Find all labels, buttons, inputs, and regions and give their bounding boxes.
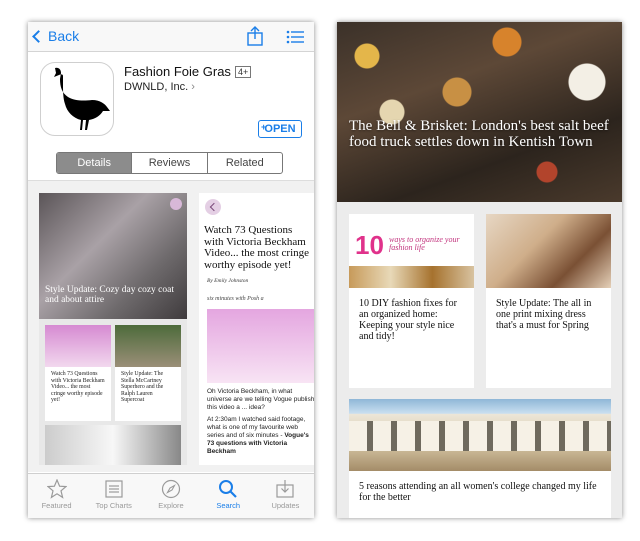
story-card[interactable]: 5 reasons attending an all women's colle… — [349, 399, 611, 518]
goose-icon — [54, 67, 110, 130]
image-text: ways to organize your fashion life — [389, 235, 460, 252]
star-icon — [46, 479, 67, 499]
chevron-right-icon: › — [191, 81, 195, 93]
tab-label: Explore — [158, 501, 184, 510]
tab-updates[interactable]: Updates — [257, 474, 314, 518]
back-label: Back — [48, 28, 80, 44]
tab-label: Updates — [271, 501, 300, 510]
story-card[interactable]: 10 ways to organize your fashion life 10… — [349, 214, 474, 388]
app-name-text: Fashion Foie Gras — [124, 64, 231, 79]
chevron-left-icon — [32, 29, 45, 43]
image-colonnade — [349, 421, 611, 451]
open-label: OPEN — [264, 123, 296, 135]
article-paragraph: At 2:30am I watched said footage, what i… — [207, 416, 314, 456]
screenshot-card-image — [45, 325, 111, 367]
developer-link[interactable]: DWNLD, Inc. › — [124, 81, 195, 93]
menu-icon — [170, 198, 182, 210]
story-title: Style Update: The all in one print mixin… — [496, 298, 592, 331]
nav-bar: Back — [28, 22, 314, 52]
back-button[interactable]: Back — [32, 28, 80, 44]
tab-search[interactable]: Search — [200, 474, 257, 518]
screenshots-carousel[interactable]: Style Update: Cozy day cozy coat and abo… — [28, 180, 314, 472]
list-icon — [105, 480, 123, 498]
developer-name: DWNLD, Inc. — [124, 81, 189, 93]
app-feed-screen: The Bell & Brisket: London's best salt b… — [337, 22, 622, 518]
story-card[interactable]: Style Update: The all in one print mixin… — [486, 214, 611, 388]
tab-label: Featured — [41, 501, 72, 510]
compass-icon — [161, 479, 181, 499]
open-button[interactable]: + OPEN — [258, 120, 302, 138]
tab-top-charts[interactable]: Top Charts — [85, 474, 142, 518]
tab-featured[interactable]: Featured — [28, 474, 85, 518]
story-image — [349, 399, 611, 471]
article-body: Oh Victoria Beckham, in what universe ar… — [207, 388, 314, 460]
search-icon — [219, 480, 237, 498]
app-icon — [40, 62, 114, 136]
segmented-control: Details Reviews Related — [56, 152, 283, 174]
hero-caption: The Bell & Brisket: London's best salt b… — [349, 118, 609, 150]
app-name: Fashion Foie Gras 4+ — [124, 64, 252, 79]
hero-story[interactable]: The Bell & Brisket: London's best salt b… — [337, 22, 622, 202]
screenshot-hero-caption: Style Update: Cozy day cozy coat and abo… — [45, 285, 175, 305]
article-quote: six minutes with Posh a — [207, 296, 264, 302]
article-title: Watch 73 Questions with Victoria Beckham… — [204, 224, 310, 271]
tab-bar: Featured Top Charts Explore Search Updat… — [28, 473, 314, 518]
screenshot-card-text: Style Update: The Stella McCartney Super… — [121, 371, 164, 403]
screenshot-card-image — [115, 325, 181, 367]
story-title: 10 DIY fashion fixes for an organized ho… — [359, 298, 457, 342]
back-circle-icon — [205, 199, 221, 215]
download-icon — [276, 480, 295, 498]
image-strip — [349, 266, 474, 288]
tab-label: Search — [216, 501, 241, 510]
list-icon[interactable] — [286, 30, 304, 44]
share-icon[interactable] — [246, 26, 264, 46]
article-byline: By Emily Johnston — [207, 278, 249, 284]
story-image: 10 ways to organize your fashion life — [349, 214, 474, 288]
image-number: 10 — [355, 230, 384, 260]
article-image — [207, 309, 314, 383]
screenshot-card: Watch 73 Questions with Victoria Beckham… — [45, 325, 111, 421]
story-image — [486, 214, 611, 288]
screenshot-bottom-image — [45, 425, 181, 465]
screenshot-2[interactable]: Watch 73 Questions with Victoria Beckham… — [199, 193, 314, 465]
article-paragraph: Oh Victoria Beckham, in what universe ar… — [207, 388, 314, 411]
tab-details[interactable]: Details — [57, 153, 133, 173]
screenshot-card: Style Update: The Stella McCartney Super… — [115, 325, 181, 421]
story-title: 5 reasons attending an all women's colle… — [359, 481, 597, 503]
plus-icon: + — [261, 122, 267, 132]
screenshot-card-text: Watch 73 Questions with Victoria Beckham… — [51, 371, 105, 403]
tab-explore[interactable]: Explore — [142, 474, 199, 518]
tab-reviews[interactable]: Reviews — [132, 153, 208, 173]
screenshot-1[interactable]: Style Update: Cozy day cozy coat and abo… — [39, 193, 187, 465]
app-store-screen: Back Fashion Foie Gras 4+ DWNLD, Inc. › +… — [28, 22, 314, 518]
age-rating-badge: 4+ — [234, 66, 252, 78]
tab-related[interactable]: Related — [208, 153, 282, 173]
tab-label: Top Charts — [95, 501, 132, 510]
